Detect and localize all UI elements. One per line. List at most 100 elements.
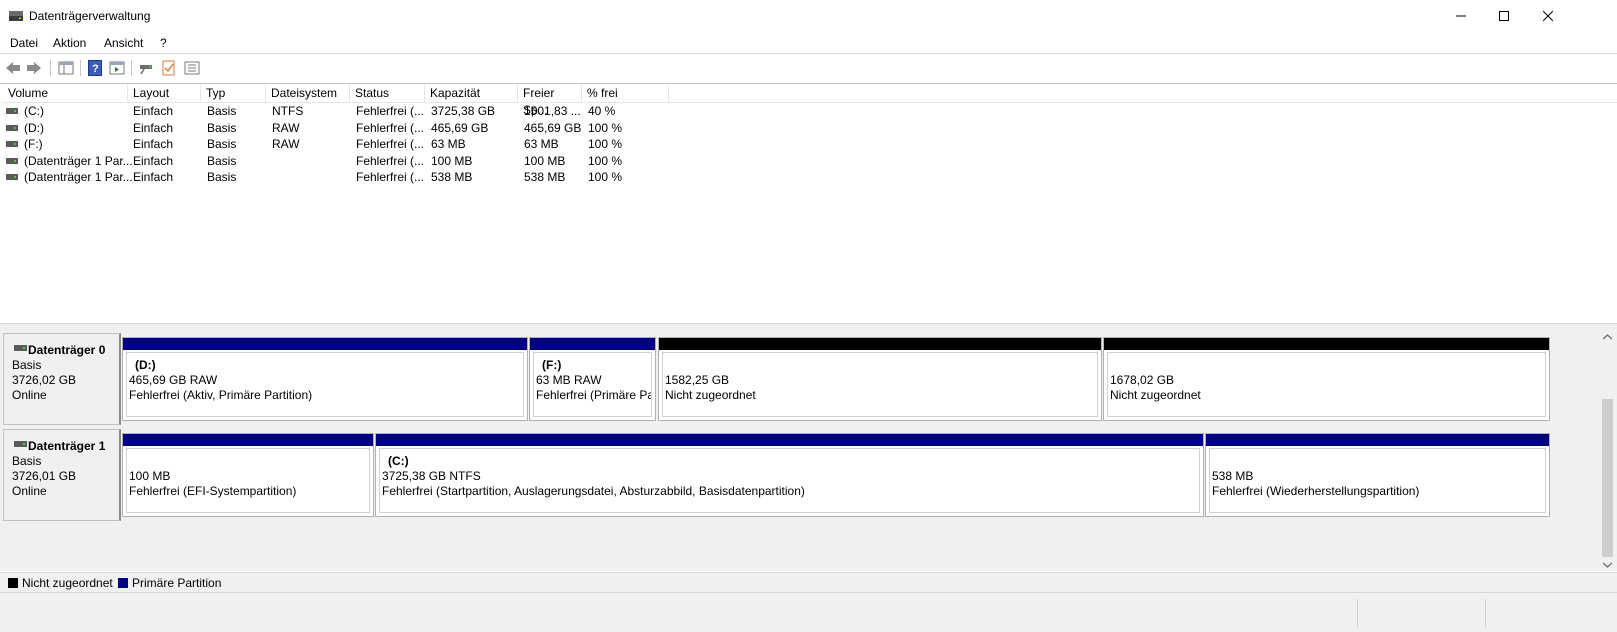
table-row[interactable]: (Datenträger 1 Par... Einfach Basis Fehlerf…: [3, 153, 683, 169]
menu-help[interactable]: ?: [160, 36, 167, 50]
partition-name: (F:): [542, 358, 562, 372]
partition-size: 63 MB RAW: [536, 373, 602, 387]
disk-1-label[interactable]: Datenträger 1 Basis 3726,01 GB Online: [3, 429, 121, 521]
table-cell: Basis: [207, 137, 237, 151]
table-cell: 100 %: [588, 170, 623, 184]
partition-d[interactable]: (D:) 465,69 GB RAW Fehlerfrei (Aktiv, Pr…: [122, 337, 528, 421]
menu-aktion[interactable]: Aktion: [53, 36, 86, 50]
partition-bar: [659, 338, 1101, 350]
legend: Nicht zugeordnet Primäre Partition: [0, 572, 1617, 593]
volume-list: Volume Layout Typ Dateisystem Status Kap…: [3, 85, 1617, 321]
volume-icon: [6, 108, 18, 114]
column-header-status[interactable]: Status: [350, 85, 425, 102]
disk-size: 3726,01 GB: [12, 469, 77, 483]
partition-bar: [123, 338, 527, 350]
table-row[interactable]: (C:) Einfach Basis NTFS Fehlerfrei (... 3725,…: [3, 103, 683, 119]
disk-size: 3726,02 GB: [12, 373, 77, 387]
column-header-volume[interactable]: Volume: [3, 85, 128, 102]
column-header-kapazitaet[interactable]: Kapazität: [425, 85, 518, 102]
legend-label-primary: Primäre Partition: [132, 576, 222, 590]
table-row[interactable]: (D:) Einfach Basis RAW Fehlerfrei (... 465,69…: [3, 120, 683, 136]
table-row[interactable]: (F:) Einfach Basis RAW Fehlerfrei (... 63 MB 6…: [3, 136, 683, 152]
toolbar: ?: [0, 54, 1617, 84]
table-cell: Fehlerfrei (...: [356, 153, 425, 168]
column-header-prozent-frei[interactable]: % frei: [582, 85, 669, 102]
table-cell: (Datenträger 1 Par...: [24, 170, 133, 184]
disk-graph-view: Datenträger 0 Basis 3726,02 GB Online (D…: [0, 331, 1617, 571]
disk-type: Basis: [12, 358, 42, 372]
forward-button[interactable]: [25, 59, 43, 77]
disk-0-label[interactable]: Datenträger 0 Basis 3726,02 GB Online: [3, 333, 121, 425]
list-button[interactable]: [183, 59, 201, 77]
table-cell: Basis: [207, 104, 237, 118]
table-cell: 3725,38 GB: [431, 104, 496, 118]
table-cell: NTFS: [272, 104, 304, 118]
maximize-button[interactable]: [1481, 0, 1527, 32]
table-cell: 538 MB: [431, 170, 473, 184]
partition-status: Fehlerfrei (Wiederherstellungspartition): [1212, 484, 1420, 498]
table-cell: 1501,83 ...: [524, 104, 581, 118]
column-header-freier-speicher[interactable]: Freier Sp...: [518, 85, 582, 117]
partition-size: 100 MB: [129, 469, 171, 483]
partition-size: 1678,02 GB: [1110, 373, 1175, 387]
table-cell: Basis: [207, 153, 237, 168]
back-button[interactable]: [4, 59, 22, 77]
table-cell: RAW: [272, 137, 300, 151]
console-tree-icon: [58, 61, 74, 75]
partition-status: Fehlerfrei (Aktiv, Primäre Partition): [129, 388, 313, 402]
menu-datei[interactable]: Datei: [10, 36, 38, 50]
table-cell: 63 MB: [431, 137, 466, 151]
partition-bar: [376, 434, 1203, 446]
scroll-down-icon[interactable]: [1603, 562, 1612, 568]
check-button[interactable]: [160, 59, 178, 77]
menu-ansicht[interactable]: Ansicht: [104, 36, 143, 50]
partition-efi[interactable]: 100 MB Fehlerfrei (EFI-Systempartition): [122, 433, 374, 517]
table-row[interactable]: (Datenträger 1 Par... Einfach Basis Fehlerf…: [3, 169, 683, 185]
table-cell: 465,69 GB: [524, 120, 582, 135]
close-button[interactable]: [1525, 0, 1571, 32]
volume-icon: [6, 157, 18, 164]
unallocated-space-1[interactable]: 1582,25 GB Nicht zugeordnet: [658, 337, 1102, 421]
properties-button[interactable]: [108, 59, 126, 77]
partition-bar: [1104, 338, 1549, 350]
partition-recovery[interactable]: 538 MB Fehlerfrei (Wiederherstellungspar…: [1205, 433, 1550, 517]
disk-icon: [14, 441, 27, 447]
table-cell: Einfach: [133, 153, 174, 168]
minimize-button[interactable]: [1438, 0, 1484, 32]
menu-bar: Datei Aktion Ansicht ?: [0, 32, 1617, 54]
volume-icon: [6, 174, 18, 180]
status-divider: [1485, 599, 1486, 627]
column-header-dateisystem[interactable]: Dateisystem: [266, 85, 350, 102]
legend-label-unallocated: Nicht zugeordnet: [22, 576, 113, 590]
table-cell: 100 %: [588, 137, 623, 151]
table-cell: Einfach: [133, 170, 174, 184]
partition-c[interactable]: (C:) 3725,38 GB NTFS Fehlerfrei (Startpa…: [375, 433, 1204, 517]
partition-status: Fehlerfrei (Primäre Par: [536, 388, 651, 402]
table-cell: Einfach: [133, 137, 174, 151]
column-header-typ[interactable]: Typ: [201, 85, 266, 102]
back-icon: [6, 62, 20, 74]
table-cell: Basis: [207, 120, 237, 135]
scrollbar-thumb[interactable]: [1602, 399, 1613, 557]
status-bar: [0, 592, 1617, 632]
toolbar-separator: [50, 60, 51, 76]
disk-state: Online: [12, 388, 47, 402]
partition-bar: [1206, 434, 1549, 446]
table-cell: 465,69 GB: [431, 120, 489, 135]
partition-status: Fehlerfrei (Startpartition, Auslagerungs…: [382, 484, 805, 498]
scroll-up-icon[interactable]: [1603, 334, 1612, 340]
maximize-icon: [1499, 11, 1509, 21]
table-cell: (Datenträger 1 Par...: [24, 153, 133, 168]
title-bar: Datenträgerverwaltung: [0, 0, 1617, 32]
console-tree-button[interactable]: [57, 59, 75, 77]
unallocated-space-2[interactable]: 1678,02 GB Nicht zugeordnet: [1103, 337, 1550, 421]
vertical-scrollbar[interactable]: [1598, 331, 1617, 571]
window-title: Datenträgerverwaltung: [29, 9, 151, 23]
column-header-layout[interactable]: Layout: [128, 85, 201, 102]
table-cell: Einfach: [133, 104, 174, 118]
volume-list-header: Volume Layout Typ Dateisystem Status Kap…: [3, 85, 1617, 117]
toolbar-separator: [131, 60, 132, 76]
partition-f[interactable]: (F:) 63 MB RAW Fehlerfrei (Primäre Par: [529, 337, 656, 421]
connect-button[interactable]: [138, 59, 156, 77]
help-button[interactable]: ?: [86, 59, 104, 77]
